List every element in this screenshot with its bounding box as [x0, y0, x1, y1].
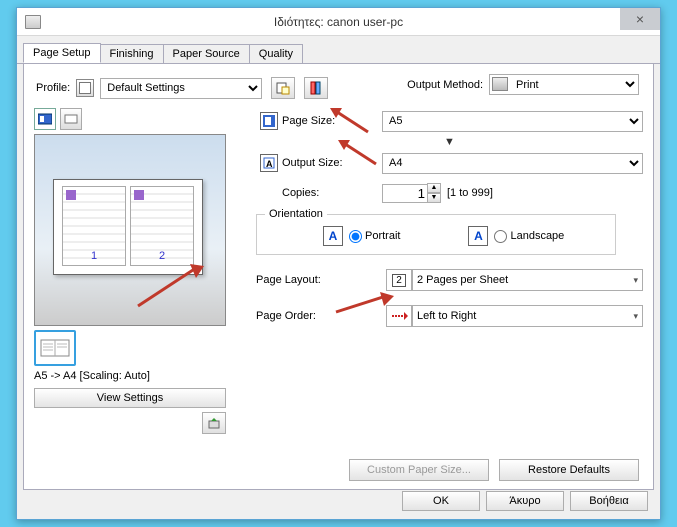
- output-size-icon: A: [260, 154, 278, 172]
- page-size-icon: [260, 112, 278, 130]
- dialog-buttons: OK Άκυρο Βοήθεια: [402, 491, 648, 511]
- page-setup-panel: Profile: Default Settings Output Method:…: [23, 64, 654, 490]
- output-size-select[interactable]: A4: [382, 153, 643, 174]
- copies-label: Copies:: [282, 187, 382, 199]
- copies-down-button[interactable]: ▼: [427, 193, 441, 203]
- portrait-radio-label[interactable]: Portrait: [349, 230, 400, 243]
- settings-column: Page Size: A5 ▼ A Output Size:: [256, 108, 643, 327]
- portrait-a-icon: A: [323, 226, 343, 246]
- copies-range: [1 to 999]: [447, 187, 493, 199]
- close-button[interactable]: ×: [620, 8, 660, 30]
- tab-quality[interactable]: Quality: [249, 44, 303, 63]
- help-button[interactable]: Βοήθεια: [570, 491, 648, 511]
- landscape-radio-label[interactable]: Landscape: [494, 230, 564, 243]
- landscape-radio[interactable]: [494, 230, 507, 243]
- page-layout-icon: 2: [386, 269, 412, 291]
- svg-text:A: A: [266, 159, 273, 169]
- orientation-legend: Orientation: [265, 208, 327, 220]
- printer-small-icon: [492, 77, 508, 91]
- profile-edit-button[interactable]: [304, 77, 328, 99]
- output-method-label: Output Method:: [407, 79, 483, 91]
- cancel-button[interactable]: Άκυρο: [486, 491, 564, 511]
- preview-mode-1-button[interactable]: [34, 108, 56, 130]
- output-method-select[interactable]: Print: [489, 74, 639, 95]
- profile-label: Profile:: [36, 82, 70, 94]
- preview-refresh-button[interactable]: [202, 412, 226, 434]
- page-size-select[interactable]: A5: [382, 111, 643, 132]
- page-order-select[interactable]: Left to Right▾: [412, 305, 643, 327]
- tab-page-setup[interactable]: Page Setup: [23, 43, 101, 63]
- page-bottom-buttons: Custom Paper Size... Restore Defaults: [349, 459, 639, 481]
- page-layout-select[interactable]: 2 Pages per Sheet▾: [412, 269, 643, 291]
- tab-finishing[interactable]: Finishing: [100, 44, 164, 63]
- view-settings-button[interactable]: View Settings: [34, 388, 226, 408]
- page-layout-label: Page Layout:: [256, 274, 386, 286]
- profile-select[interactable]: Default Settings: [100, 78, 262, 99]
- tab-strip: Page Setup Finishing Paper Source Qualit…: [17, 42, 660, 64]
- preview-page-1-number: 1: [63, 250, 125, 262]
- printer-properties-window: Ιδιότητες: canon user-pc × Page Setup Fi…: [16, 7, 661, 520]
- down-arrow-icon: ▼: [437, 136, 463, 148]
- restore-defaults-button[interactable]: Restore Defaults: [499, 459, 639, 481]
- tab-paper-source[interactable]: Paper Source: [163, 44, 250, 63]
- titlebar: Ιδιότητες: canon user-pc ×: [17, 8, 660, 36]
- ok-button[interactable]: OK: [402, 491, 480, 511]
- copies-up-button[interactable]: ▲: [427, 183, 441, 193]
- window-title: Ιδιότητες: canon user-pc: [17, 15, 660, 29]
- scaling-status: A5 -> A4 [Scaling: Auto]: [34, 370, 242, 382]
- layout-preview: 1 2: [34, 134, 226, 326]
- preview-column: 1 2 A5 -> A4 [Scaling: Auto] View Settin…: [34, 108, 242, 434]
- page-order-icon: [386, 305, 412, 327]
- preview-mode-2-button[interactable]: [60, 108, 82, 130]
- output-size-label: Output Size:: [282, 157, 382, 169]
- profile-icon: [76, 79, 94, 97]
- orientation-group: Orientation A Portrait A Landscape: [256, 208, 616, 255]
- copies-input[interactable]: [382, 184, 428, 203]
- preview-page-2-number: 2: [131, 250, 193, 262]
- page-size-label: Page Size:: [282, 115, 382, 127]
- landscape-a-icon: A: [468, 226, 488, 246]
- profile-add-button[interactable]: [271, 77, 295, 99]
- page-order-label: Page Order:: [256, 310, 386, 322]
- portrait-radio[interactable]: [349, 230, 362, 243]
- custom-paper-size-button[interactable]: Custom Paper Size...: [349, 459, 489, 481]
- output-method-row: Output Method: Print: [407, 74, 639, 95]
- mini-preview[interactable]: [34, 330, 76, 366]
